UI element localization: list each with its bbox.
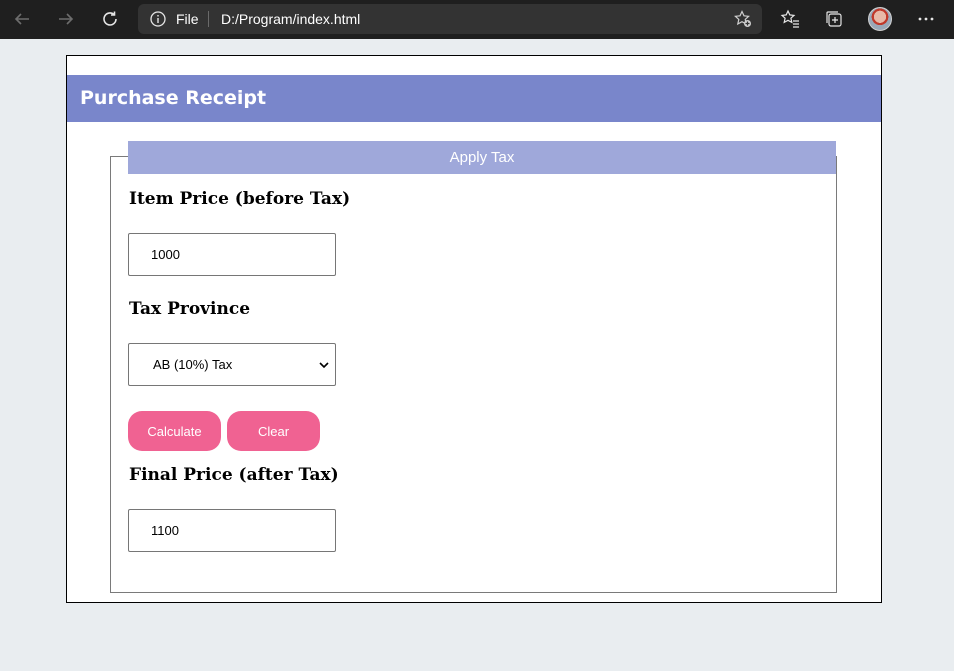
receipt-card: Purchase Receipt Apply Tax Item Price (b…: [66, 55, 882, 603]
header-banner: Purchase Receipt: [67, 75, 881, 122]
url-text[interactable]: D:/Program/index.html: [221, 11, 360, 27]
back-arrow-icon: [14, 13, 29, 25]
refresh-button[interactable]: [97, 7, 123, 31]
final-price-label: Final Price (after Tax): [129, 465, 339, 485]
chevron-down-icon: [319, 361, 329, 368]
apply-tax-legend: Apply Tax: [128, 141, 836, 174]
add-favorite-icon[interactable]: [734, 10, 752, 33]
address-bar[interactable]: File D:/Program/index.html: [138, 4, 762, 34]
forward-arrow-icon: [59, 13, 74, 25]
info-icon[interactable]: [150, 11, 166, 32]
tax-province-label: Tax Province: [129, 299, 251, 319]
file-label: File: [176, 11, 199, 27]
tax-province-select[interactable]: AB (10%) Tax: [128, 343, 336, 386]
back-button[interactable]: [9, 7, 35, 31]
collections-icon[interactable]: [824, 9, 844, 29]
tax-province-selected: AB (10%) Tax: [153, 357, 233, 372]
clear-button[interactable]: Clear: [227, 411, 320, 451]
favorites-icon[interactable]: [780, 9, 800, 29]
profile-avatar[interactable]: [868, 7, 892, 31]
more-options-icon[interactable]: [916, 9, 936, 29]
item-price-label: Item Price (before Tax): [129, 189, 351, 209]
calculate-button[interactable]: Calculate: [128, 411, 221, 451]
final-price-output: 1100: [128, 509, 336, 552]
forward-button[interactable]: [53, 7, 79, 31]
browser-toolbar: File D:/Program/index.html: [0, 0, 954, 39]
refresh-icon: [103, 11, 117, 26]
address-divider: [208, 11, 209, 27]
page-title: Purchase Receipt: [80, 87, 267, 109]
item-price-input[interactable]: 1000: [128, 233, 336, 276]
